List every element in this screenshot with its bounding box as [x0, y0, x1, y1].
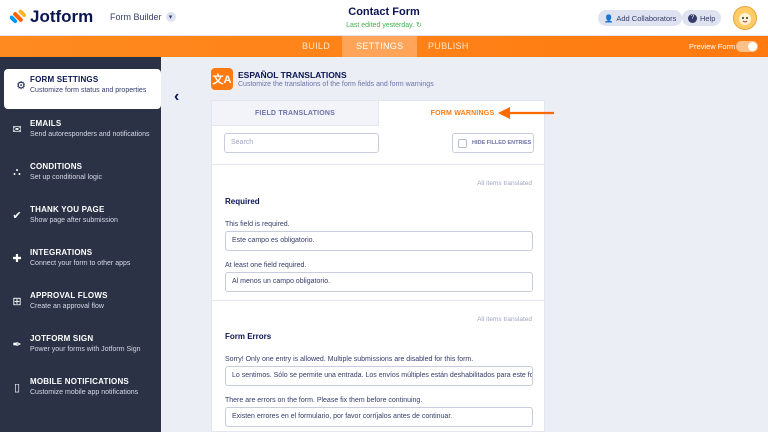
logo-text: Jotform — [30, 7, 94, 26]
sidebar-item-approval-flows[interactable]: ⊞ APPROVAL FLOWS Create an approval flow — [0, 285, 161, 325]
sidebar-item-conditions[interactable]: ⛬ CONDITIONS Set up conditional logic — [0, 156, 161, 196]
sidebar-item-desc: Connect your form to other apps — [30, 260, 131, 267]
help-icon: ? — [688, 13, 697, 23]
page-title: ESPAÑOL TRANSLATIONS — [238, 70, 347, 80]
check-circle-icon: ✔ — [12, 210, 22, 222]
sidebar-item-desc: Send autoresponders and notifications — [30, 131, 150, 138]
translation-input[interactable]: Existen errores en el formulario, por fa… — [225, 407, 533, 427]
approval-icon: ⊞ — [12, 296, 22, 308]
tab-build[interactable]: BUILD — [302, 36, 330, 57]
sidebar-item-jotform-sign[interactable]: ✒ JOTFORM SIGN Power your forms with Jot… — [0, 328, 161, 368]
sidebar-item-title: JOTFORM SIGN — [30, 334, 94, 343]
sidebar-item-title: APPROVAL FLOWS — [30, 291, 108, 300]
top-bar: Jotform Form Builder ▾ Contact Form Last… — [0, 0, 768, 36]
builder-label: Form Builder — [110, 12, 162, 22]
help-button[interactable]: ? Help — [682, 10, 722, 26]
tab-settings[interactable]: SETTINGS — [342, 36, 418, 57]
page-subtitle: Customize the translations of the form f… — [238, 81, 434, 88]
sidebar-item-integrations[interactable]: ✚ INTEGRATIONS Connect your form to othe… — [0, 242, 161, 282]
conditions-icon: ⛬ — [13, 166, 21, 178]
sidebar-item-title: EMAILS — [30, 119, 62, 128]
main-nav: BUILD SETTINGS PUBLISH Preview Form — [0, 36, 768, 57]
settings-sidebar: ⚙ FORM SETTINGS Customize form status an… — [0, 57, 161, 432]
arrow-left-icon — [498, 107, 554, 119]
sidebar-item-title: MOBILE NOTIFICATIONS — [30, 377, 129, 386]
avatar-icon — [739, 13, 751, 25]
section-heading: Required — [225, 197, 260, 206]
add-collaborators-button[interactable]: 👤 Add Collaborators — [598, 10, 683, 26]
sidebar-item-title: CONDITIONS — [30, 162, 83, 171]
preview-form-label: Preview Form — [689, 42, 736, 51]
divider — [212, 164, 544, 165]
puzzle-icon: ✚ — [12, 253, 22, 265]
field-label: At least one field required. — [225, 262, 307, 269]
gear-icon: ⚙ — [16, 80, 26, 92]
sidebar-item-desc: Create an approval flow — [30, 303, 104, 310]
last-edited-status[interactable]: Last edited yesterday. ↻ — [284, 21, 484, 29]
sidebar-item-title: THANK YOU PAGE — [30, 205, 105, 214]
section-status: All items translated — [477, 180, 532, 187]
jotform-logo-icon — [10, 9, 26, 24]
search-input[interactable]: Search — [224, 133, 379, 153]
envelope-icon: ✉ — [12, 124, 22, 136]
sidebar-item-title: INTEGRATIONS — [30, 248, 93, 257]
field-label: This field is required. — [225, 221, 290, 228]
section-heading: Form Errors — [225, 332, 272, 341]
sidebar-item-emails[interactable]: ✉ EMAILS Send autoresponders and notific… — [0, 113, 161, 153]
help-label: Help — [700, 13, 716, 23]
hide-filled-label: HIDE FILLED ENTRIES — [472, 140, 532, 146]
sidebar-item-desc: Customize mobile app notifications — [30, 389, 139, 396]
translation-input[interactable]: Al menos un campo obligatorio. — [225, 272, 533, 292]
translation-input[interactable]: Lo sentimos. Sólo se permite una entrada… — [225, 366, 533, 386]
mobile-icon: ▯ — [13, 382, 21, 394]
form-title-area: Contact Form Last edited yesterday. ↻ — [284, 6, 484, 29]
refresh-icon: ↻ — [416, 22, 422, 29]
pen-icon: ✒ — [12, 339, 22, 351]
translate-icon: 文A — [211, 68, 233, 90]
sidebar-item-desc: Power your forms with Jotform Sign — [30, 346, 141, 353]
add-collaborators-label: Add Collaborators — [616, 13, 677, 23]
sidebar-item-form-settings[interactable]: ⚙ FORM SETTINGS Customize form status an… — [4, 69, 161, 109]
form-title[interactable]: Contact Form — [284, 6, 484, 18]
form-builder-dropdown[interactable]: Form Builder ▾ — [110, 12, 176, 22]
sidebar-item-mobile-notifications[interactable]: ▯ MOBILE NOTIFICATIONS Customize mobile … — [0, 371, 161, 411]
preview-form-toggle[interactable] — [736, 41, 758, 52]
field-label: There are errors on the form. Please fix… — [225, 397, 423, 404]
jotform-logo[interactable]: Jotform — [10, 7, 93, 27]
tab-publish[interactable]: PUBLISH — [428, 36, 469, 57]
translation-input[interactable]: Este campo es obligatorio. — [225, 231, 533, 251]
avatar[interactable] — [733, 6, 757, 30]
translations-panel: FIELD TRANSLATIONS FORM WARNINGS Search … — [211, 100, 545, 432]
sidebar-item-desc: Set up conditional logic — [30, 174, 102, 181]
section-status: All items translated — [477, 316, 532, 323]
sidebar-item-desc: Show page after submission — [30, 217, 118, 224]
field-label: Sorry! Only one entry is allowed. Multip… — [225, 356, 474, 363]
sidebar-item-desc: Customize form status and properties — [30, 87, 147, 94]
collapse-sidebar-chevron-icon[interactable]: ‹ — [174, 88, 179, 106]
tab-field-translations[interactable]: FIELD TRANSLATIONS — [212, 101, 379, 126]
sidebar-item-title: FORM SETTINGS — [30, 75, 99, 84]
divider — [212, 300, 544, 301]
sidebar-item-thank-you-page[interactable]: ✔ THANK YOU PAGE Show page after submiss… — [0, 199, 161, 239]
checkbox[interactable] — [458, 138, 467, 148]
chevron-down-icon: ▾ — [165, 12, 176, 22]
user-icon: 👤 — [604, 13, 614, 23]
hide-filled-entries-toggle[interactable]: HIDE FILLED ENTRIES — [452, 133, 534, 153]
